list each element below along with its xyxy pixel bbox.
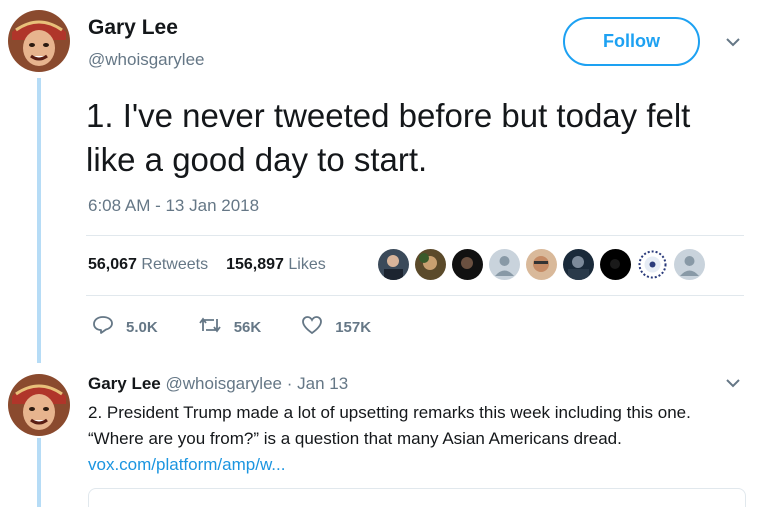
retweet-icon bbox=[198, 316, 222, 338]
author-avatar[interactable] bbox=[8, 10, 70, 72]
retweet-count: 56K bbox=[233, 318, 262, 336]
retweets-stat[interactable]: 56,067 Retweets bbox=[88, 256, 208, 274]
follow-button[interactable]: Follow bbox=[563, 17, 700, 66]
like-action[interactable]: 157K bbox=[301, 315, 371, 339]
likes-label: Likes bbox=[288, 256, 326, 273]
link-card-preview[interactable] bbox=[88, 488, 746, 507]
reply-date[interactable]: Jan 13 bbox=[297, 374, 348, 393]
likes-count: 156,897 bbox=[226, 256, 284, 273]
liker-avatar[interactable] bbox=[637, 249, 668, 280]
thread-connector-line-lower bbox=[37, 438, 41, 507]
liker-avatars bbox=[378, 249, 705, 280]
chevron-down-icon[interactable] bbox=[723, 373, 743, 393]
liker-avatar[interactable] bbox=[526, 249, 557, 280]
divider bbox=[86, 295, 744, 296]
reply-header: Gary Lee @whoisgarylee · Jan 13 bbox=[88, 374, 348, 394]
retweets-label: Retweets bbox=[141, 256, 209, 273]
tweet-stats: 56,067 Retweets 156,897 Likes bbox=[88, 256, 326, 274]
author-name[interactable]: Gary Lee bbox=[88, 16, 178, 40]
tweet-timestamp[interactable]: 6:08 AM - 13 Jan 2018 bbox=[88, 196, 259, 216]
retweet-action[interactable]: 56K bbox=[198, 316, 262, 338]
reply-link[interactable]: vox.com/platform/amp/w... bbox=[88, 455, 285, 474]
liker-avatar[interactable] bbox=[674, 249, 705, 280]
author-handle[interactable]: @whoisgarylee bbox=[88, 50, 204, 70]
reply-count: 5.0K bbox=[126, 318, 158, 336]
reply-text: 2. President Trump made a lot of upsetti… bbox=[88, 400, 738, 478]
reply-author-name[interactable]: Gary Lee bbox=[88, 374, 161, 393]
liker-avatar[interactable] bbox=[415, 249, 446, 280]
heart-icon bbox=[301, 315, 323, 339]
likes-stat[interactable]: 156,897 Likes bbox=[226, 256, 326, 274]
reply-separator: · bbox=[286, 374, 293, 393]
like-count: 157K bbox=[335, 318, 372, 336]
liker-avatar[interactable] bbox=[563, 249, 594, 280]
liker-avatar[interactable] bbox=[489, 249, 520, 280]
reply-icon bbox=[92, 315, 114, 339]
liker-avatar[interactable] bbox=[452, 249, 483, 280]
reply-author-handle[interactable]: @whoisgarylee bbox=[166, 374, 282, 393]
reply-author-avatar[interactable] bbox=[8, 374, 70, 436]
reply-action[interactable]: 5.0K bbox=[92, 315, 158, 339]
liker-avatar[interactable] bbox=[600, 249, 631, 280]
tweet-text: 1. I've never tweeted before but today f… bbox=[86, 97, 691, 178]
reply-body: 2. President Trump made a lot of upsetti… bbox=[88, 403, 691, 448]
liker-avatar[interactable] bbox=[378, 249, 409, 280]
chevron-down-icon[interactable] bbox=[723, 32, 743, 52]
divider bbox=[86, 235, 744, 236]
tweet-actions: 5.0K 56K 157K bbox=[92, 315, 411, 339]
retweets-count: 56,067 bbox=[88, 256, 137, 273]
thread-connector-line bbox=[37, 78, 41, 363]
